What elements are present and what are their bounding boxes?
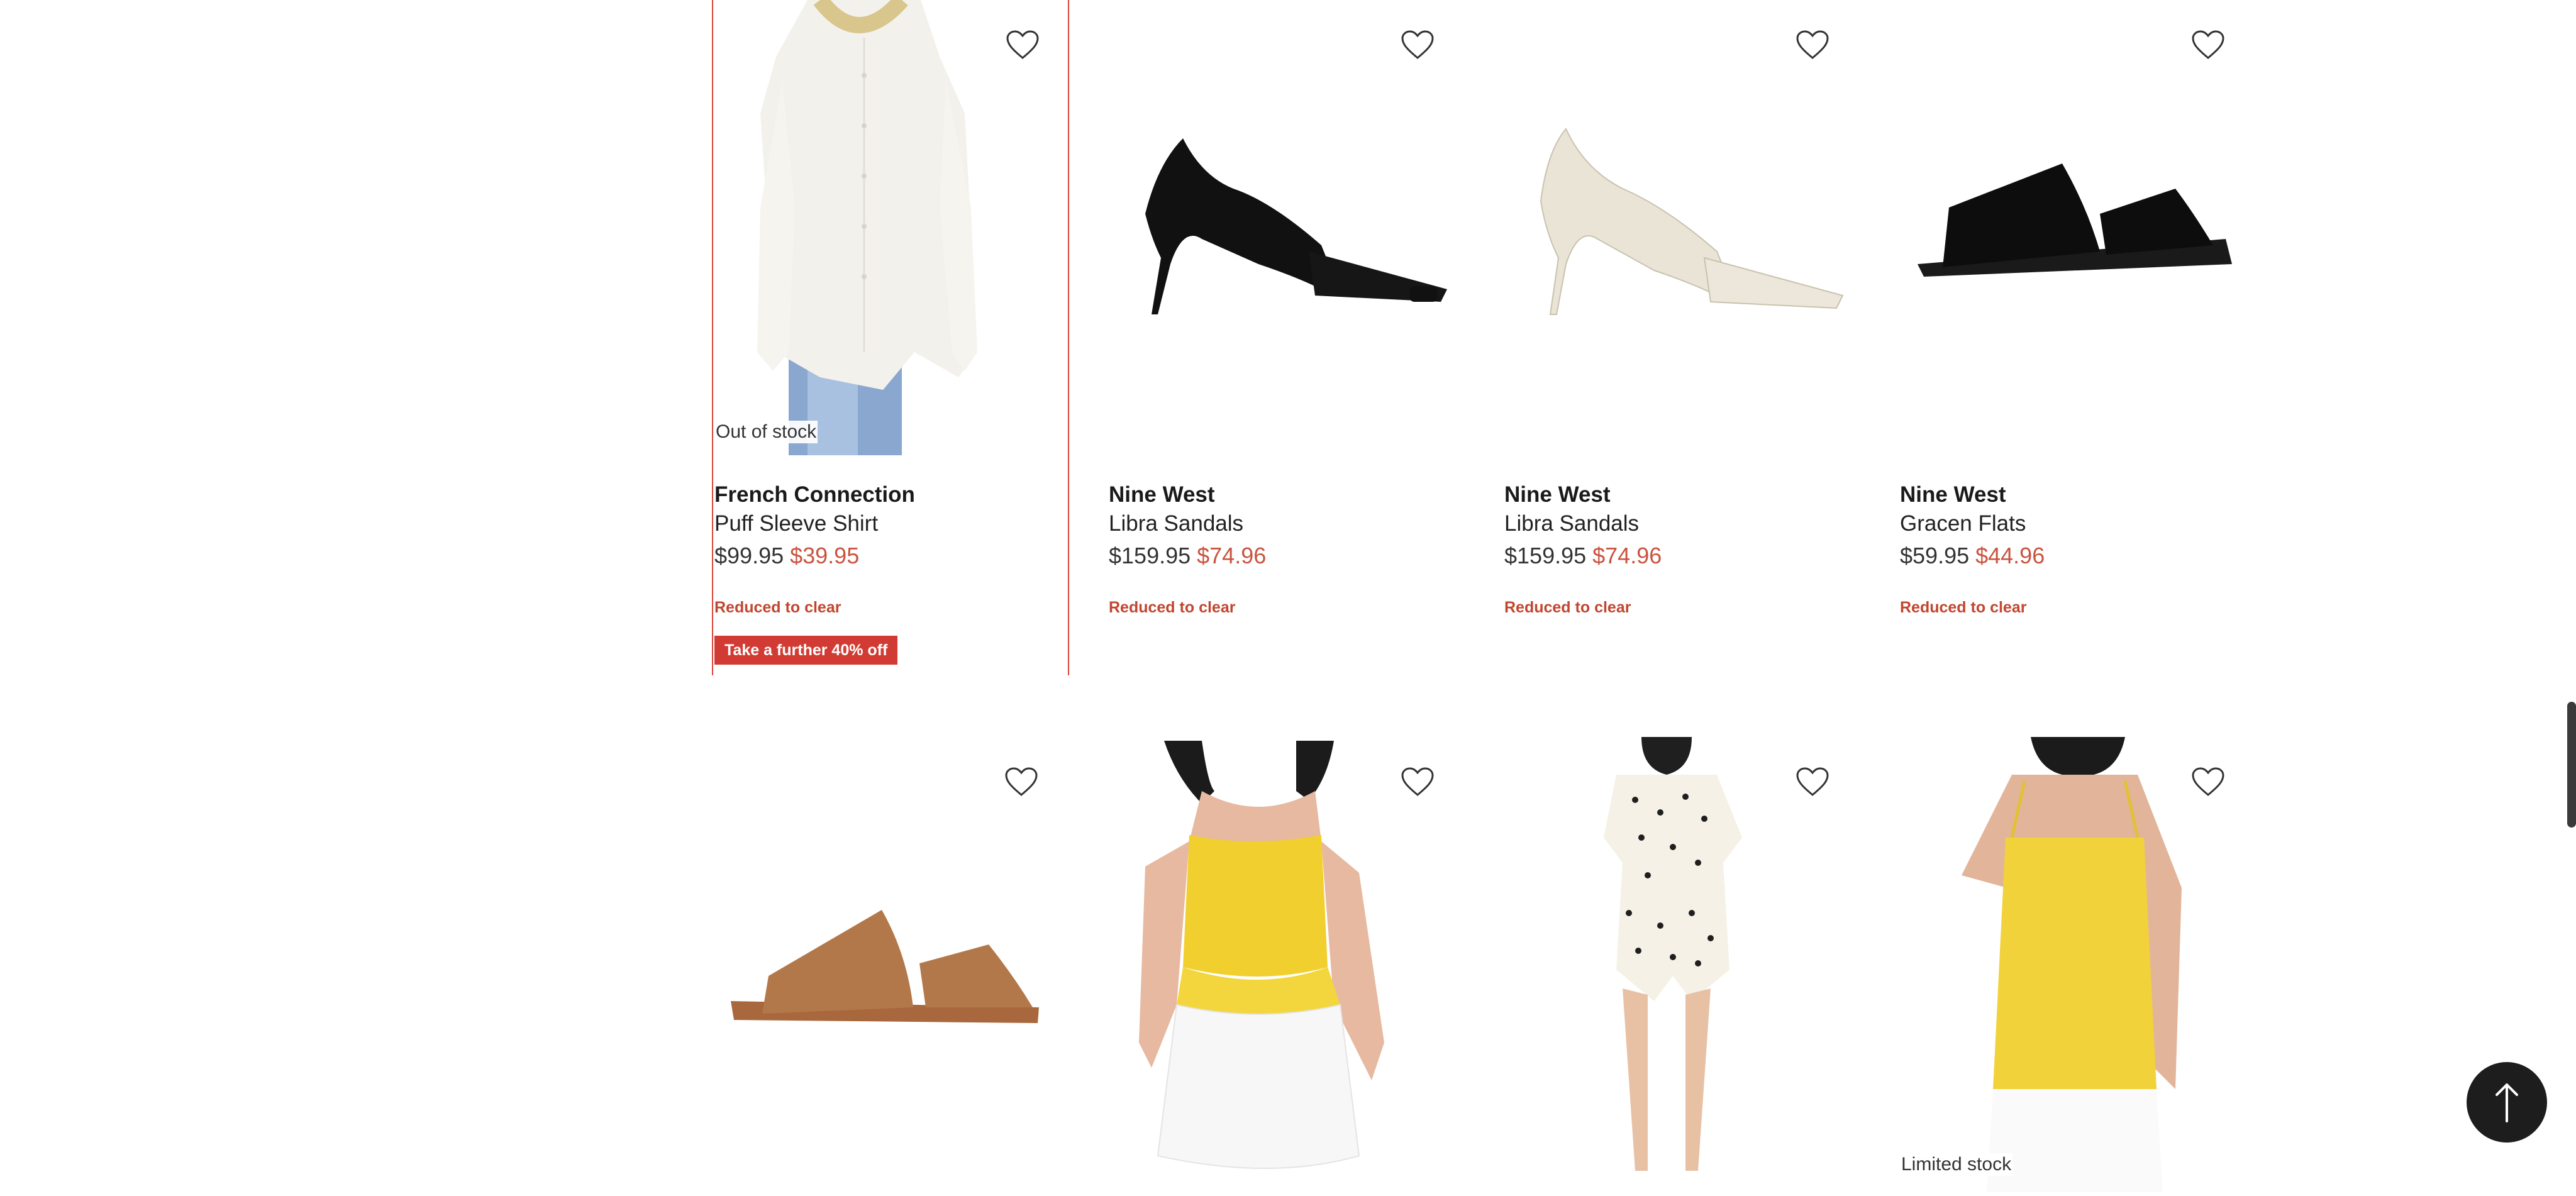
heart-outline-icon [1005, 767, 1038, 796]
arrow-up-icon [2496, 1083, 2518, 1122]
wishlist-button[interactable] [1792, 762, 1833, 802]
heart-outline-icon [1401, 767, 1434, 796]
product-image[interactable]: Out of stock [713, 0, 1068, 455]
wishlist-button[interactable] [1397, 762, 1438, 802]
product-price: $59.95 $44.96 [1900, 543, 2045, 569]
heart-outline-icon [1796, 30, 1829, 59]
product-name[interactable]: Libra Sandals [1109, 511, 1243, 536]
limited-stock-label: Limited stock [1900, 1153, 2013, 1176]
product-image[interactable] [712, 737, 1067, 1192]
reduced-badge: Reduced to clear [1109, 599, 1236, 616]
product-price: $159.95 $74.96 [1504, 543, 1662, 569]
product-image[interactable] [1108, 0, 1462, 455]
sale-price: $44.96 [1975, 543, 2045, 568]
heart-outline-icon [2192, 30, 2224, 59]
sale-price: $39.95 [790, 543, 860, 568]
product-image[interactable]: Limited stock [1899, 737, 2253, 1192]
product-card[interactable] [1503, 737, 1858, 1192]
product-card[interactable]: Nine West Libra Sandals $159.95 $74.96 Re… [1108, 0, 1462, 629]
product-price: $159.95 $74.96 [1109, 543, 1266, 569]
product-image[interactable] [1503, 737, 1858, 1192]
reduced-badge: Reduced to clear [1504, 599, 1631, 616]
sale-price: $74.96 [1592, 543, 1662, 568]
product-card[interactable]: Nine West Gracen Flats $59.95 $44.96 Redu… [1899, 0, 2253, 629]
promo-badge: Take a further 40% off [714, 636, 898, 665]
scrollbar-thumb[interactable] [2567, 702, 2576, 828]
original-price: $159.95 [1109, 543, 1191, 568]
original-price: $159.95 [1504, 543, 1587, 568]
wishlist-button[interactable] [2188, 25, 2228, 65]
product-brand[interactable]: Nine West [1504, 482, 1611, 507]
sale-price: $74.96 [1197, 543, 1267, 568]
original-price: $59.95 [1900, 543, 1970, 568]
product-card[interactable]: Limited stock [1899, 737, 2253, 1192]
product-brand[interactable]: French Connection [714, 482, 915, 507]
product-name[interactable]: Gracen Flats [1900, 511, 2026, 536]
product-brand[interactable]: Nine West [1900, 482, 2006, 507]
product-image[interactable] [1899, 0, 2253, 455]
product-image[interactable] [1503, 0, 1858, 455]
original-price: $99.95 [714, 543, 784, 568]
wishlist-button[interactable] [1397, 25, 1438, 65]
product-image[interactable] [1108, 741, 1462, 1196]
wishlist-button[interactable] [2188, 762, 2228, 802]
heart-outline-icon [1796, 767, 1829, 796]
product-brand[interactable]: Nine West [1109, 482, 1215, 507]
heart-outline-icon [1401, 30, 1434, 59]
heart-outline-icon [2192, 767, 2224, 796]
reduced-badge: Reduced to clear [1900, 599, 2027, 616]
product-name[interactable]: Libra Sandals [1504, 511, 1639, 536]
wishlist-button[interactable] [1001, 762, 1041, 802]
back-to-top-button[interactable] [2467, 1062, 2547, 1143]
out-of-stock-label: Out of stock [714, 421, 818, 443]
wishlist-button[interactable] [1792, 25, 1833, 65]
product-card[interactable] [712, 737, 1067, 1192]
product-card[interactable]: Out of stock French Connection Puff Slee… [712, 0, 1069, 675]
product-price: $99.95 $39.95 [714, 543, 859, 569]
product-name[interactable]: Puff Sleeve Shirt [714, 511, 878, 536]
wishlist-button[interactable] [1002, 25, 1043, 65]
reduced-badge: Reduced to clear [714, 599, 841, 616]
heart-outline-icon [1006, 30, 1039, 59]
product-card[interactable] [1108, 737, 1462, 1196]
product-card[interactable]: Nine West Libra Sandals $159.95 $74.96 Re… [1503, 0, 1858, 629]
